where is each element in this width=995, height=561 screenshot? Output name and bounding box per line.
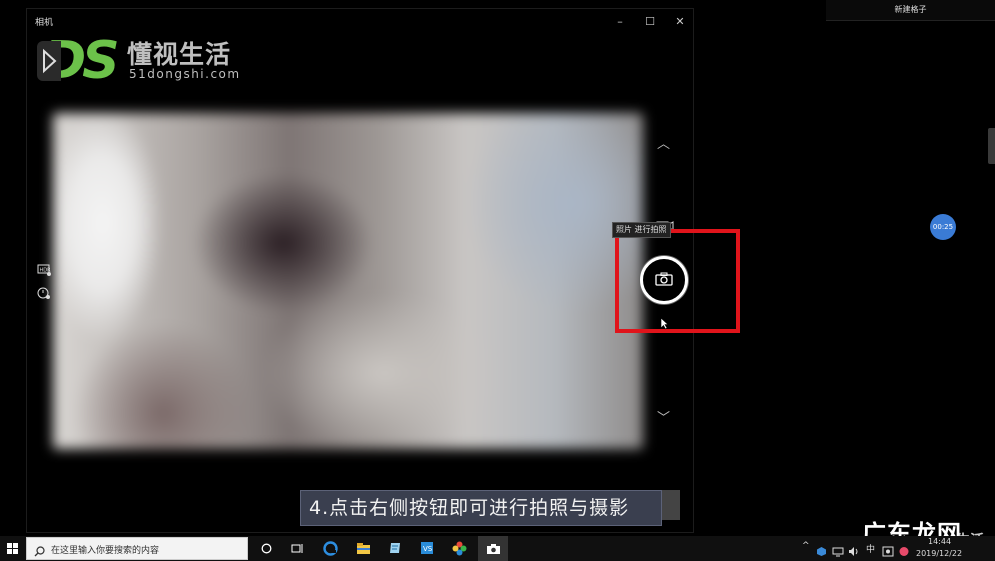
ime-icon[interactable] — [882, 542, 894, 561]
taskbar: 在这里输入你要搜索的内容 VS ^ 中 14:44 2019/12/22 — [0, 536, 995, 561]
clock-date[interactable]: 2019/12/22 — [916, 549, 962, 558]
file-explorer-icon[interactable] — [355, 540, 371, 556]
camera-app-taskbar-icon[interactable] — [478, 536, 508, 561]
edge-browser-icon[interactable] — [322, 540, 338, 556]
window-title: 相机 — [35, 18, 54, 28]
input-language-indicator[interactable]: 中 — [866, 542, 875, 555]
side-panel-handle[interactable] — [988, 128, 995, 164]
mouse-cursor-icon — [660, 315, 669, 334]
close-button[interactable]: ✕ — [665, 11, 695, 31]
caption-side-bar — [662, 490, 680, 520]
tray-overflow-icon[interactable]: ^ — [802, 541, 810, 551]
notepad-app-icon[interactable] — [387, 540, 403, 556]
scroll-down-chevron-icon[interactable]: ﹀ — [657, 407, 670, 426]
recording-timer-badge[interactable]: 00:25 — [930, 214, 956, 240]
svg-text:VS: VS — [423, 545, 433, 553]
play-icon — [37, 41, 61, 81]
taskbar-search-box[interactable]: 在这里输入你要搜索的内容 — [26, 537, 248, 560]
search-icon — [34, 542, 45, 561]
logo-url: 51dongshi.com — [129, 67, 241, 81]
windows-icon — [6, 543, 18, 554]
take-photo-button[interactable] — [640, 256, 688, 304]
logo-brand-name: 懂视生活 — [127, 40, 232, 69]
timer-icon[interactable] — [37, 286, 51, 303]
scroll-up-chevron-icon[interactable]: ︿ — [657, 133, 670, 152]
shutter-tooltip: 照片 进行拍照 — [612, 222, 671, 238]
minimize-button[interactable]: – — [605, 11, 635, 31]
start-button[interactable] — [0, 536, 24, 561]
clock-time[interactable]: 14:44 — [928, 537, 951, 546]
search-placeholder: 在这里输入你要搜索的内容 — [51, 546, 160, 556]
task-view-icon[interactable] — [289, 540, 305, 556]
side-window-title: 新建格子 — [826, 0, 995, 21]
site-logo: DS 懂视生活 51dongshi.com — [35, 31, 265, 91]
camera-icon — [655, 271, 673, 290]
camera-preview — [53, 113, 643, 449]
hdr-icon[interactable]: HDR — [37, 264, 51, 279]
vs-app-icon[interactable]: VS — [419, 540, 435, 556]
cortana-icon[interactable] — [258, 540, 274, 556]
photos-app-icon[interactable] — [451, 540, 467, 556]
notification-app-icon[interactable] — [898, 542, 910, 561]
network-icon[interactable] — [832, 542, 844, 561]
maximize-button[interactable]: ☐ — [635, 11, 665, 31]
volume-icon[interactable] — [848, 542, 860, 561]
tutorial-caption: 4.点击右侧按钮即可进行拍照与摄影 — [300, 490, 662, 526]
camera-app-window: 相机 – ☐ ✕ DS 懂视生活 51dongshi.com HDR ︿ ﹀ — [26, 8, 694, 533]
tray-app-icon[interactable] — [816, 542, 827, 561]
